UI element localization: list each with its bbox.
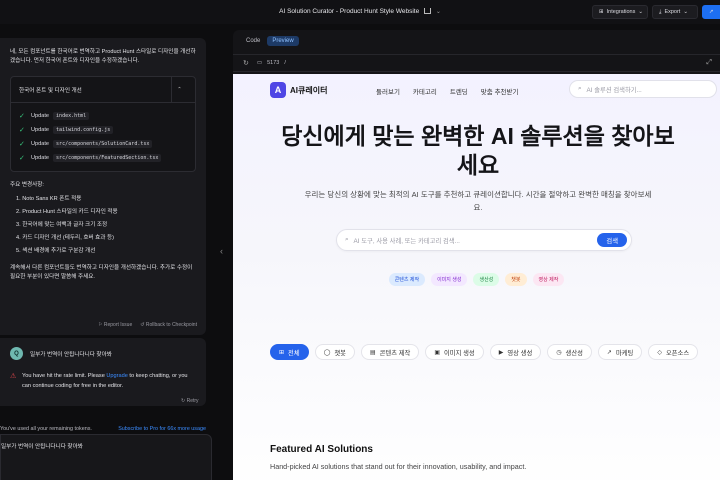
hero-subtitle: 우리는 당신의 상황에 맞는 최적의 AI 도구를 추천하고 큐레이션합니다. … (304, 190, 652, 212)
check-icon: ✓ (19, 155, 25, 162)
export-button[interactable]: ⤓ Export ⌄ (652, 5, 698, 19)
url-display[interactable]: ▭ 5173 / (257, 60, 286, 66)
tag-pill[interactable]: 영상 제작 (532, 273, 565, 286)
artifact-title: 한국어 폰트 및 디자인 개선 (19, 87, 82, 94)
category-filters: ⊞ 전체 ◯ 챗봇 ▤ 콘텐츠 제작 ▣ 이미지 생성 ▶ 영상 생성 ◷ 생산성 ↗ 마케팅… (270, 344, 699, 360)
artifact-header[interactable]: 한국어 폰트 및 디자인 개선 ⌃ (11, 76, 195, 103)
list-item: 1. Noto Sans KR 폰트 적용 (16, 196, 82, 202)
assistant-intro: 네, 모든 컴포넌트를 한국어로 번역하고 Product Hunt 스타일로 … (10, 49, 196, 64)
site-preview: A AI큐레이터 둘러보기 카테고리 트렌딩 맞춤 추천받기 ⌕ AI 솔루션 … (233, 74, 720, 480)
list-item: 4. 카드 디자인 개선 (테두리, 호버 효과 등) (16, 235, 115, 241)
url-bar: ↻ ▭ 5173 / ⤢ (233, 54, 720, 72)
list-item: 2. Product Hunt 스타일의 카드 디자인 적용 (16, 209, 118, 215)
upgrade-link[interactable]: Upgrade (106, 373, 127, 379)
view-tabs: Code Preview (241, 36, 299, 46)
rollback-button[interactable]: ↺ Rollback to Checkpoint (140, 322, 197, 328)
filter-chip-marketing[interactable]: ↗ 마케팅 (597, 344, 643, 360)
assistant-outro: 계속해서 다른 컴포넌트들도 번역하고 디자인을 개선하겠습니다. 추가로 수정… (10, 265, 193, 280)
filter-chip-video[interactable]: ▶ 영상 생성 (489, 344, 542, 360)
grid-icon: ⊞ (279, 349, 285, 356)
chevron-down-icon[interactable]: ⌄ (436, 8, 441, 15)
logo[interactable]: A (270, 82, 286, 98)
top-bar: AI Solution Curator - Product Hunt Style… (0, 0, 720, 24)
user-message: Q 일부가 번역이 안됩니다니다 찾아봐 ⚠ You have hit the … (0, 338, 206, 406)
nav-link[interactable]: 둘러보기 (376, 86, 400, 96)
nav-link[interactable]: 맞춤 추천받기 (481, 86, 519, 96)
chat-icon: ◯ (323, 349, 331, 356)
trend-icon: ↗ (606, 349, 612, 356)
code-icon: ◇ (657, 349, 662, 356)
chat-input-value: 일부가 번역이 안됩니다니다 찾아봐 (1, 444, 83, 450)
filter-chip-chatbot[interactable]: ◯ 챗봇 (314, 344, 355, 360)
integrations-button[interactable]: ⊞ Integrations ⌄ (592, 5, 648, 19)
tab-preview[interactable]: Preview (267, 36, 299, 46)
document-icon: ▤ (369, 349, 376, 356)
artifact-action: ✓ Update index.html (19, 109, 187, 123)
download-icon: ⤓ (659, 8, 662, 15)
tag-pill[interactable]: 콘텐츠 제작 (388, 273, 426, 286)
tab-code[interactable]: Code (241, 36, 265, 46)
featured-title: Featured AI Solutions (270, 444, 373, 455)
search-icon: ⌕ (345, 236, 349, 243)
filter-chip-all[interactable]: ⊞ 전체 (270, 344, 309, 360)
tag-pill[interactable]: 이미지 생성 (431, 273, 468, 286)
chevron-down-icon: ⌄ (683, 9, 688, 15)
avatar: Q (10, 347, 23, 360)
message-actions: ⚐ Report Issue ↺ Rollback to Checkpoint (98, 322, 197, 328)
monitor-icon: ▭ (256, 60, 263, 66)
artifact-action: ✓ Update tailwind.config.js (19, 123, 187, 137)
warning-icon: ⚠ (10, 373, 17, 380)
filter-chip-productivity[interactable]: ◷ 생산성 (547, 344, 592, 360)
artifact-action: ✓ Update src/components/SolutionCard.tsx (19, 137, 187, 151)
hero-title: 당신에게 맞는 완벽한 AI 솔루션을 찾아보세요 (281, 123, 675, 178)
assistant-message: 네, 모든 컴포넌트를 한국어로 번역하고 Product Hunt 스타일로 … (0, 38, 206, 335)
rate-limit-warning: ⚠ You have hit the rate limit. Please Up… (10, 373, 188, 389)
preview-panel: Code Preview ↻ ▭ 5173 / ⤢ A AI큐레이터 둘러보기 … (233, 30, 720, 480)
chevron-down-icon: ⌄ (638, 9, 643, 15)
token-limit-notice: You've used all your remaining tokens. S… (0, 426, 206, 432)
check-icon: ✓ (19, 113, 25, 120)
search-icon: ⌕ (578, 85, 582, 92)
changes-list: 주요 변경사항: 1. Noto Sans KR 폰트 적용 2. Produc… (10, 180, 196, 258)
chat-panel: 네, 모든 컴포넌트를 한국어로 번역하고 Product Hunt 스타일로 … (0, 24, 214, 480)
chevron-left-icon[interactable]: ‹ (220, 246, 223, 256)
nav-links: 둘러보기 카테고리 트렌딩 맞춤 추천받기 (376, 86, 518, 96)
chevron-up-icon[interactable]: ⌃ (171, 76, 187, 103)
chat-input[interactable]: 일부가 번역이 안됩니다니다 찾아봐 ⊘ ✦ ▭ (0, 434, 212, 480)
deploy-button[interactable]: ➚ (702, 5, 720, 19)
retry-button[interactable]: ↻ Retry (181, 398, 199, 404)
image-icon: ▣ (434, 349, 440, 356)
check-icon: ✓ (19, 141, 25, 148)
logo-text[interactable]: AI큐레이터 (290, 85, 327, 96)
featured-subtitle: Hand-picked AI solutions that stand out … (270, 462, 527, 471)
subscribe-link[interactable]: Subscribe to Pro for 66x more usage (118, 426, 206, 432)
search-button[interactable]: 검색 (597, 233, 627, 247)
user-message-text: 일부가 번역이 안됩니다니다 찾아봐 (30, 352, 112, 358)
grid-icon: ⊞ (599, 9, 604, 15)
list-item: 5. 섹션 배경에 추가로 구분감 개선 (16, 248, 96, 254)
video-icon: ▶ (498, 349, 504, 356)
hero-search-input[interactable]: ⌕ AI 도구, 사용 사례, 또는 카테고리 검색... 검색 (336, 229, 632, 251)
expand-icon[interactable]: ⤢ (706, 59, 712, 67)
artifact-action: ✓ Update src/components/FeaturedSection.ts… (19, 151, 187, 165)
report-issue-button[interactable]: ⚐ Report Issue (98, 322, 132, 328)
home-icon[interactable] (424, 8, 432, 14)
reload-icon[interactable]: ↻ (243, 59, 249, 67)
filter-chip-opensource[interactable]: ◇ 오픈소스 (648, 344, 699, 360)
artifact-card: 한국어 폰트 및 디자인 개선 ⌃ ✓ Update index.html ✓ Upd… (10, 76, 196, 172)
tag-pills: 콘텐츠 제작 이미지 생성 생산성 챗봇 영상 제작 (233, 273, 720, 286)
filter-chip-image[interactable]: ▣ 이미지 생성 (425, 344, 484, 360)
rocket-icon: ➚ (709, 9, 714, 15)
check-icon: ✓ (19, 127, 25, 134)
tag-pill[interactable]: 챗봇 (505, 273, 527, 286)
tag-pill[interactable]: 생산성 (473, 273, 500, 286)
nav-link[interactable]: 카테고리 (413, 86, 437, 96)
nav-search-input[interactable]: ⌕ AI 솔루션 검색하기... (569, 80, 717, 98)
site-nav: A AI큐레이터 둘러보기 카테고리 트렌딩 맞춤 추천받기 ⌕ AI 솔루션 … (233, 74, 720, 106)
filter-chip-content[interactable]: ▤ 콘텐츠 제작 (360, 344, 420, 360)
nav-link[interactable]: 트렌딩 (450, 86, 468, 96)
clock-icon: ◷ (556, 349, 562, 356)
list-item: 3. 한국어에 맞는 여백과 글자 크기 조정 (16, 222, 108, 228)
